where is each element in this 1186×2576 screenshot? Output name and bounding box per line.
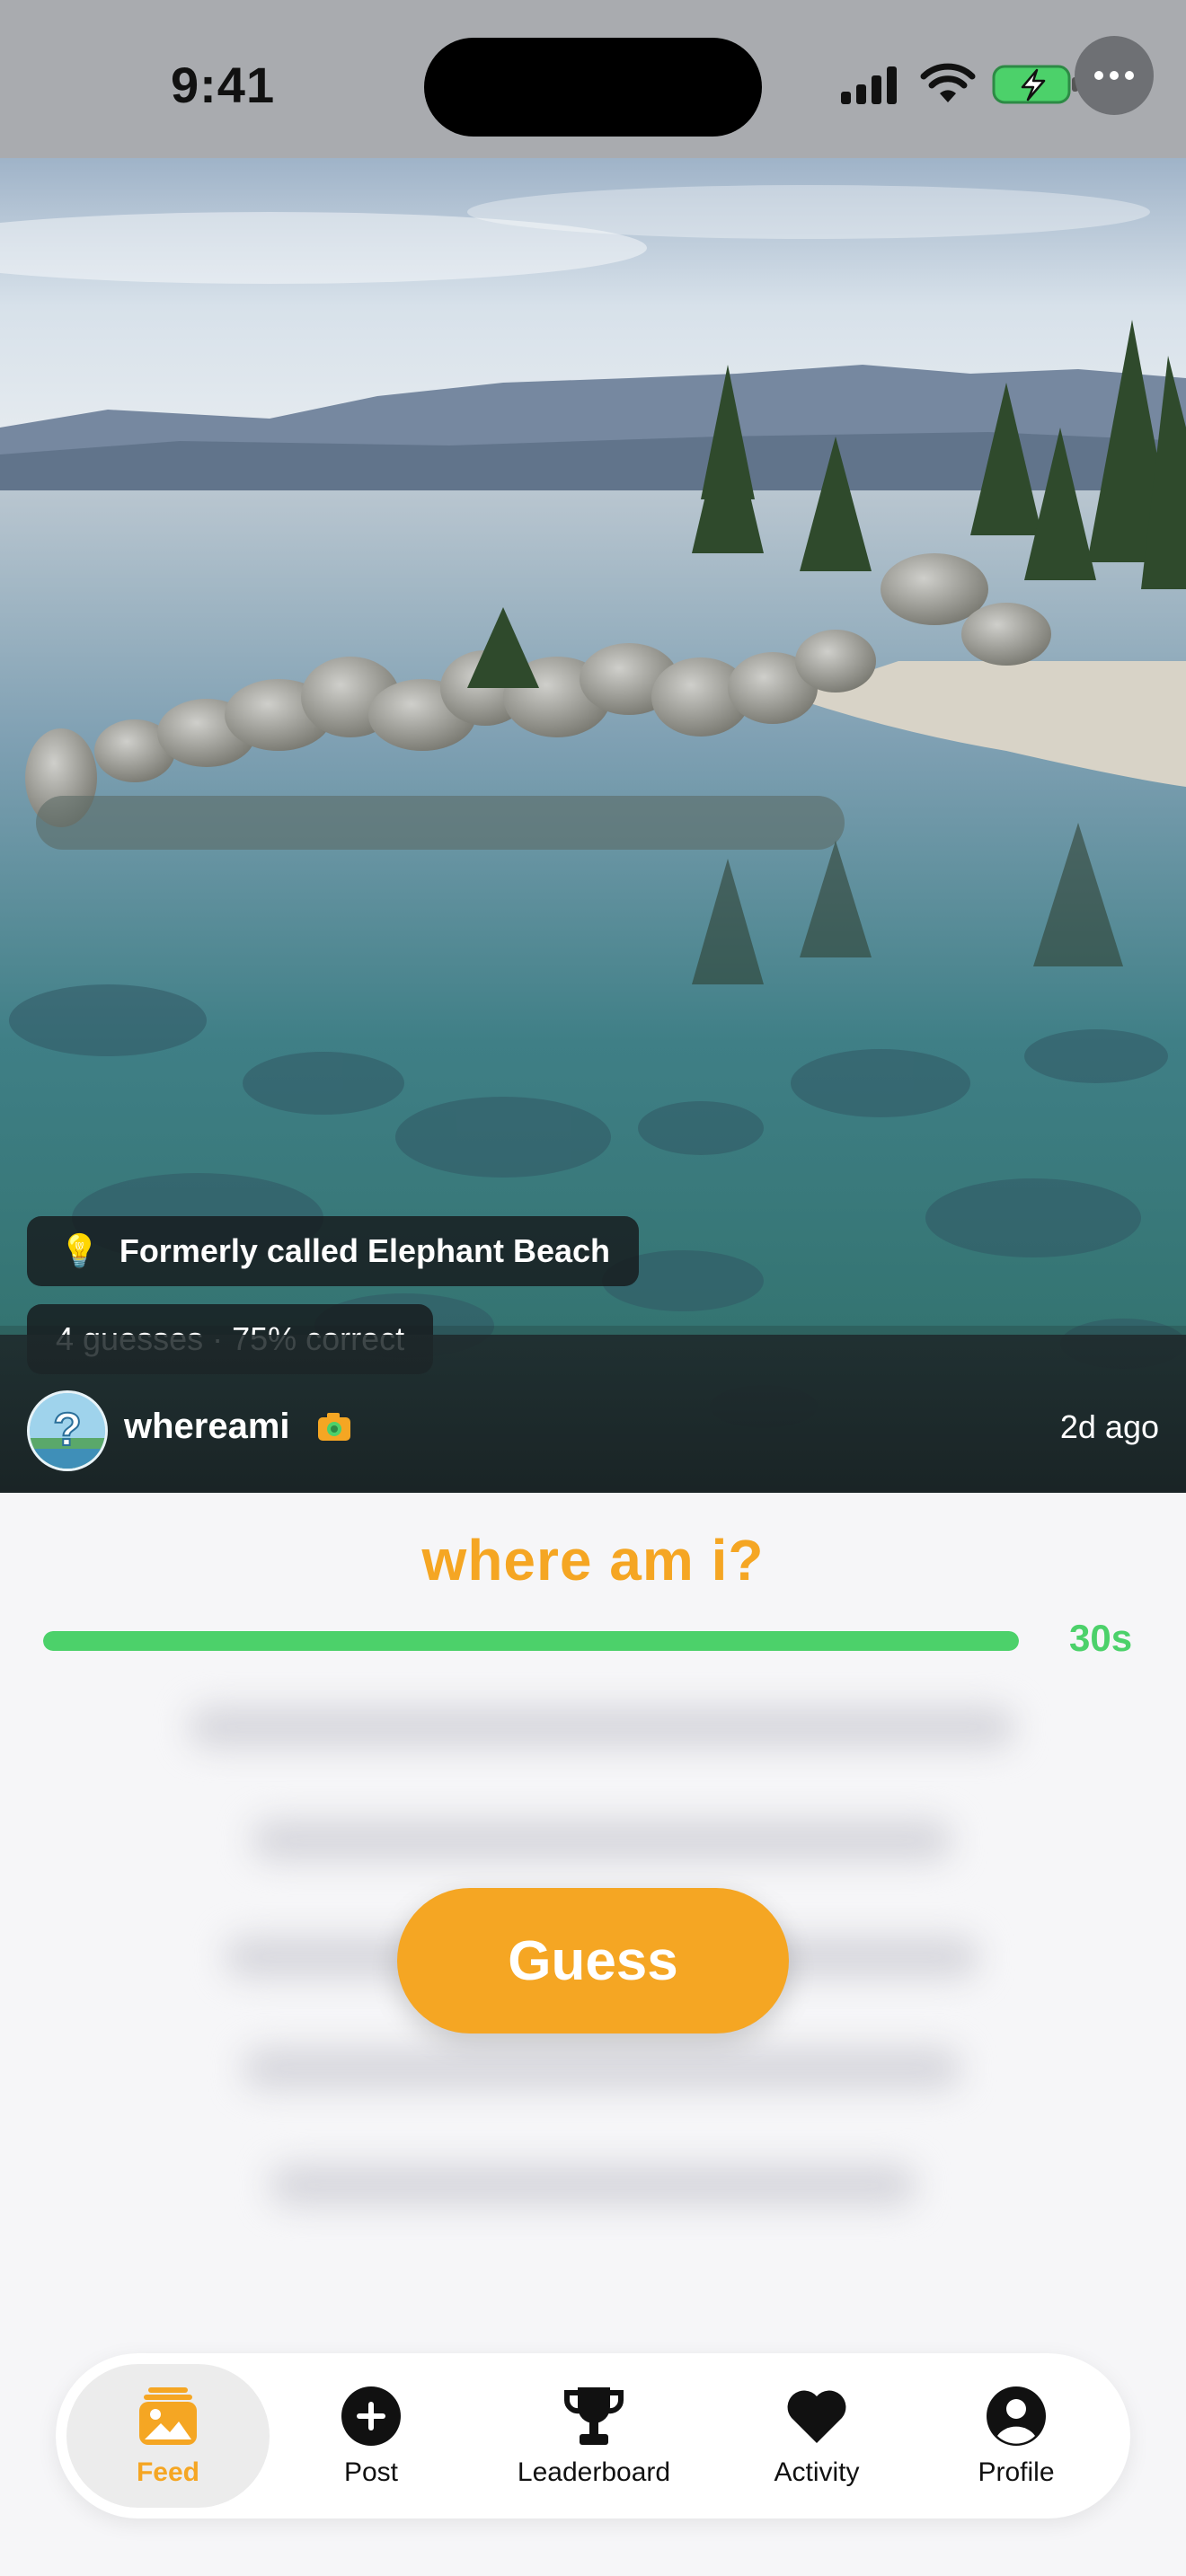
tab-label: Feed — [136, 2457, 200, 2487]
heart-icon — [787, 2390, 846, 2443]
tab-label: Activity — [774, 2457, 860, 2487]
blurred-option — [252, 1820, 952, 1861]
battery-charging-icon — [992, 65, 1078, 104]
tab-activity[interactable]: Activity — [715, 2364, 918, 2508]
timer-fill — [43, 1631, 1019, 1651]
guess-button[interactable]: Guess — [397, 1888, 789, 2033]
tab-label: Leaderboard — [517, 2457, 671, 2487]
prompt-title: where am i? — [421, 1528, 765, 1592]
signal-icon — [841, 66, 897, 104]
hint-text: Formerly called Elephant Beach — [119, 1232, 611, 1269]
tab-bar: Feed Post Leaderboard Activity Profile — [56, 2353, 1130, 2519]
svg-text:?: ? — [53, 1404, 82, 1456]
photo-feed-icon — [139, 2387, 197, 2445]
timer-label: 30s — [1069, 1617, 1133, 1659]
hint-badge: 💡 Formerly called Elephant Beach — [27, 1216, 640, 1286]
post-timestamp: 2d ago — [1059, 1408, 1159, 1445]
profile-icon — [987, 2386, 1046, 2446]
wifi-icon — [920, 63, 976, 102]
plus-circle-icon — [341, 2386, 401, 2446]
more-options-button[interactable] — [1075, 36, 1154, 115]
tab-label: Post — [343, 2457, 399, 2487]
blurred-option — [189, 1707, 1015, 1748]
tab-leaderboard[interactable]: Leaderboard — [492, 2364, 695, 2508]
trophy-icon — [563, 2387, 624, 2445]
timer-bar — [43, 1631, 1019, 1651]
dynamic-island — [424, 38, 762, 137]
camera-icon — [318, 1413, 350, 1441]
blurred-option — [270, 2165, 916, 2206]
tab-label: Profile — [978, 2457, 1055, 2487]
avatar[interactable]: ? — [27, 1390, 108, 1471]
username[interactable]: whereami — [124, 1407, 290, 1447]
tab-profile[interactable]: Profile — [915, 2364, 1118, 2508]
tab-post[interactable]: Post — [270, 2364, 473, 2508]
status-time: 9:41 — [171, 57, 276, 113]
post-photo — [0, 158, 1186, 1493]
blurred-option — [243, 2048, 961, 2089]
tab-feed[interactable]: Feed — [66, 2364, 270, 2508]
lightbulb-icon: 💡 — [59, 1232, 100, 1269]
more-icon — [1094, 71, 1103, 80]
